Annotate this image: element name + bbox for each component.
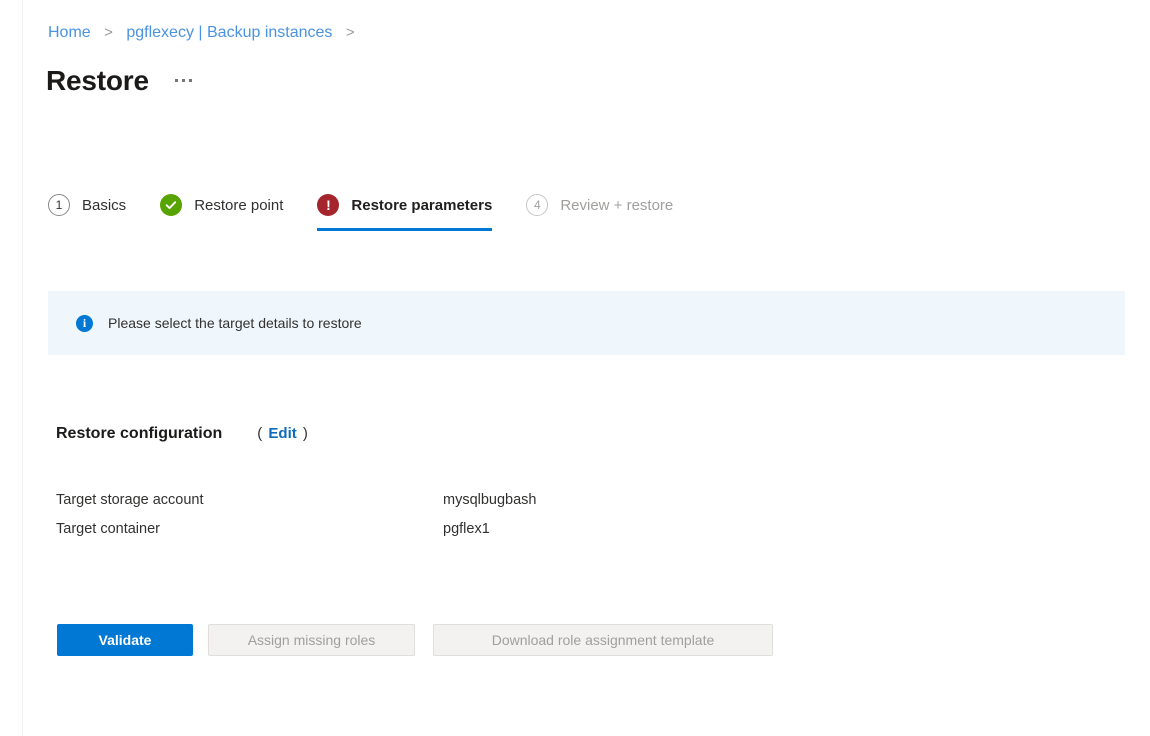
detail-row-target-container: Target container pgflex1: [56, 521, 756, 550]
info-icon: i: [76, 314, 93, 332]
tab-restore-point-label: Restore point: [194, 196, 284, 214]
tab-review-restore-label: Review + restore: [560, 196, 674, 214]
breadcrumb-item-home[interactable]: Home: [48, 24, 91, 41]
action-button-row: Validate Assign missing roles Download r…: [57, 624, 773, 656]
detail-row-target-storage-account: Target storage account mysqlbugbash: [56, 492, 756, 521]
info-banner: i Please select the target details to re…: [48, 291, 1125, 355]
success-check-icon: [160, 194, 183, 216]
ellipsis-dot: [188, 78, 192, 82]
download-role-assignment-template-button[interactable]: Download role assignment template: [433, 624, 773, 656]
validate-button[interactable]: Validate: [57, 624, 193, 656]
restore-page: Home > pgflexecy | Backup instances > Re…: [0, 0, 1150, 736]
restore-configuration-details: Target storage account mysqlbugbash Targ…: [56, 492, 756, 550]
breadcrumb-separator-icon: >: [104, 24, 113, 41]
detail-value: pgflex1: [443, 521, 490, 537]
tab-restore-point[interactable]: Restore point: [160, 188, 283, 222]
ellipsis-dot: [174, 78, 178, 82]
error-exclamation-icon: !: [317, 194, 340, 216]
tab-active-underline: [317, 228, 493, 231]
paren-open: (: [257, 425, 263, 442]
page-title: Restore: [46, 65, 149, 96]
wizard-steps: 1 Basics Restore point ! Restore paramet…: [48, 188, 673, 234]
edit-configuration-link[interactable]: Edit: [268, 425, 296, 442]
title-row: Restore: [46, 64, 196, 98]
edit-link-wrapper: ( Edit ): [257, 425, 308, 442]
detail-value: mysqlbugbash: [443, 492, 537, 508]
tab-review-restore[interactable]: 4 Review + restore: [526, 188, 673, 222]
more-actions-icon[interactable]: [171, 73, 196, 90]
paren-close: ): [302, 425, 308, 442]
info-banner-message: Please select the target details to rest…: [108, 315, 362, 331]
number-circle-icon: 4: [526, 194, 549, 216]
breadcrumb: Home > pgflexecy | Backup instances >: [48, 23, 364, 43]
detail-label: Target storage account: [56, 492, 204, 508]
detail-label: Target container: [56, 521, 160, 537]
breadcrumb-item-backup-instances[interactable]: pgflexecy | Backup instances: [126, 24, 332, 41]
number-circle-icon: 1: [48, 194, 70, 216]
section-title: Restore configuration: [56, 425, 223, 442]
restore-configuration-header: Restore configuration ( Edit ): [56, 425, 308, 443]
tab-restore-parameters[interactable]: ! Restore parameters: [317, 188, 493, 231]
ellipsis-dot: [181, 78, 185, 82]
assign-missing-roles-button[interactable]: Assign missing roles: [208, 624, 415, 656]
tab-basics-label: Basics: [82, 196, 127, 214]
breadcrumb-separator-icon: >: [345, 24, 355, 41]
tab-restore-parameters-label: Restore parameters: [351, 196, 493, 214]
tab-basics[interactable]: 1 Basics: [48, 188, 126, 222]
